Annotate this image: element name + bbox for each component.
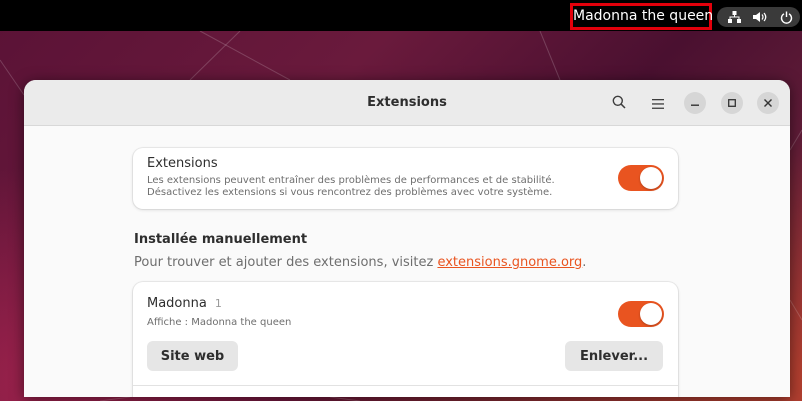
header-bar: Extensions xyxy=(24,80,790,126)
extension-row-madonna: Madonna 1 Affiche : Madonna the queen Sit… xyxy=(133,282,678,397)
volume-icon xyxy=(751,7,769,27)
extensions-toggle-card: Extensions Les extensions peuvent entraî… xyxy=(133,148,678,209)
power-icon xyxy=(777,7,795,27)
extension-name: Madonna xyxy=(147,296,207,311)
manual-section-title: Installée manuellement xyxy=(134,232,308,247)
extensions-card-line1: Les extensions peuvent entraîner des pro… xyxy=(147,175,555,186)
remove-button[interactable]: Enlever... xyxy=(565,341,663,371)
maximize-button[interactable] xyxy=(721,92,743,114)
minimize-icon xyxy=(691,97,699,110)
extension-enable-switch[interactable] xyxy=(618,301,664,327)
switch-knob xyxy=(640,303,662,325)
website-button[interactable]: Site web xyxy=(147,341,238,371)
top-bar: Madonna the queen xyxy=(0,0,802,31)
menu-icon xyxy=(652,94,664,113)
extensions-enable-switch[interactable] xyxy=(618,165,664,191)
manual-section-description: Pour trouver et ajouter des extensions, … xyxy=(134,255,586,270)
row-divider xyxy=(133,385,678,386)
extensions-gnome-org-link[interactable]: extensions.gnome.org xyxy=(437,255,582,270)
extension-description: Affiche : Madonna the queen xyxy=(147,317,292,328)
manual-section-desc-suffix: . xyxy=(582,255,587,270)
search-button[interactable] xyxy=(607,91,631,115)
window-content: Extensions Les extensions peuvent entraî… xyxy=(24,126,790,397)
main-menu-button[interactable] xyxy=(646,91,670,115)
topbar-title[interactable]: Madonna the queen xyxy=(570,3,713,30)
extensions-card-title: Extensions xyxy=(147,156,218,171)
extensions-window: Extensions Extensions Les extensions peu… xyxy=(24,80,790,397)
search-icon xyxy=(612,94,626,113)
minimize-button[interactable] xyxy=(684,92,706,114)
extension-version: 1 xyxy=(214,297,222,310)
close-icon xyxy=(764,97,772,110)
manual-section-desc-prefix: Pour trouver et ajouter des extensions, … xyxy=(134,255,438,270)
close-button[interactable] xyxy=(757,92,779,114)
window-title: Extensions xyxy=(367,95,447,110)
extensions-card-line2: Désactivez les extensions si vous rencon… xyxy=(147,187,553,198)
system-tray[interactable] xyxy=(717,7,800,27)
maximize-icon xyxy=(728,97,736,110)
network-icon xyxy=(725,7,743,27)
extension-name-line: Madonna 1 xyxy=(147,296,222,311)
switch-knob xyxy=(640,167,662,189)
